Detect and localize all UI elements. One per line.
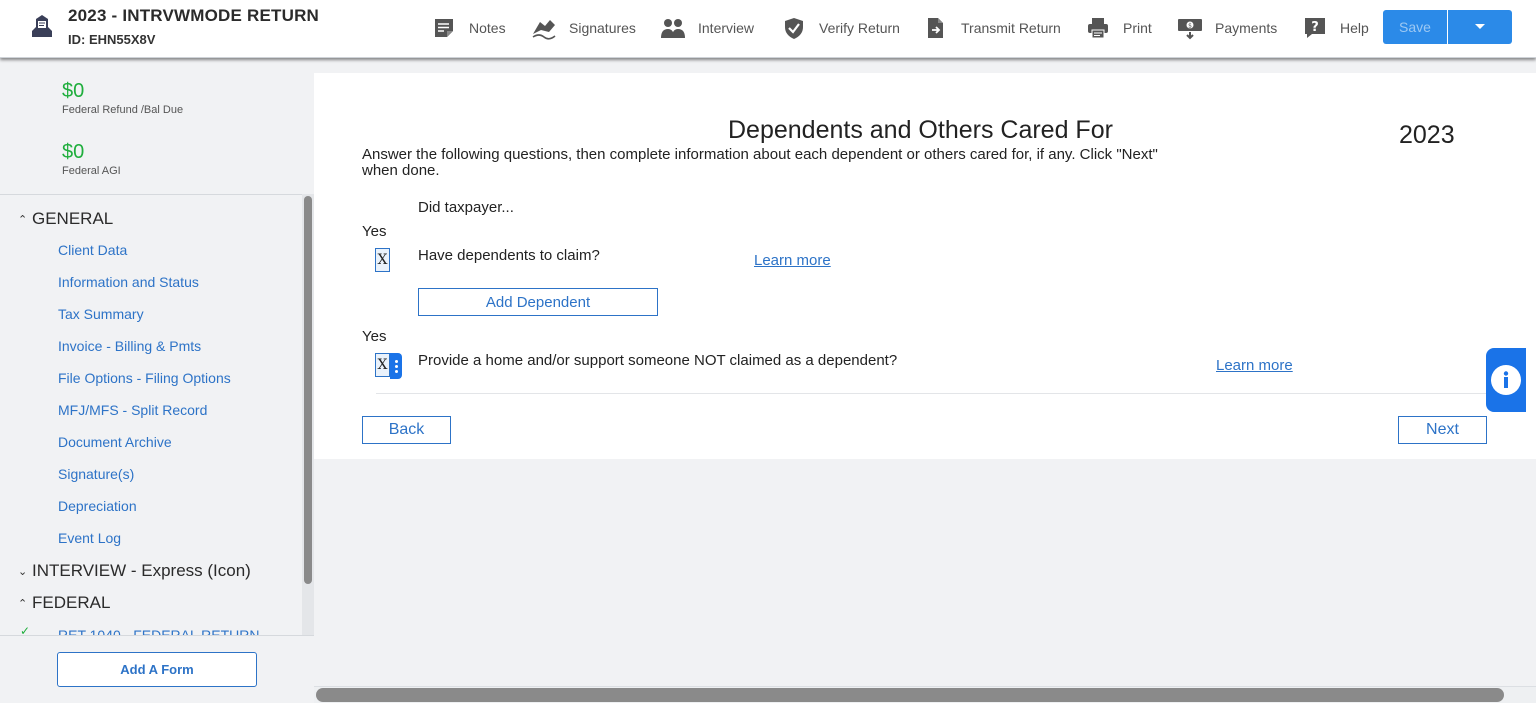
top-toolbar: 2023 - INTRVWMODE RETURN ID: EHN55X8V No… xyxy=(0,0,1536,58)
section-federal[interactable]: ⌃ FEDERAL xyxy=(18,593,110,613)
sidebar-item-invoice[interactable]: Invoice - Billing & Pmts xyxy=(58,338,201,354)
sidebar-item-tax-summary[interactable]: Tax Summary xyxy=(58,306,144,322)
notes-label: Notes xyxy=(469,20,506,36)
chevron-down-icon: ⌄ xyxy=(18,565,28,578)
section-general[interactable]: ⌃ GENERAL xyxy=(18,209,113,229)
signature-icon xyxy=(531,15,557,41)
next-button[interactable]: Next xyxy=(1398,416,1487,444)
section-general-label: GENERAL xyxy=(32,209,114,228)
print-button[interactable]: Print xyxy=(1085,0,1152,56)
interview-button[interactable]: Interview xyxy=(660,0,754,56)
sidebar-divider xyxy=(0,194,314,195)
return-id: ID: EHN55X8V xyxy=(68,32,156,47)
info-icon xyxy=(1491,365,1521,395)
sidebar-item-event-log[interactable]: Event Log xyxy=(58,530,121,546)
payments-button[interactable]: $ Payments xyxy=(1177,0,1277,56)
notes-button[interactable]: Notes xyxy=(431,0,506,56)
print-label: Print xyxy=(1123,20,1152,36)
help-label: Help xyxy=(1340,20,1369,36)
sidebar-item-signatures[interactable]: Signature(s) xyxy=(58,466,134,482)
save-button[interactable]: Save xyxy=(1383,10,1447,44)
sidebar-item-depreciation[interactable]: Depreciation xyxy=(58,498,137,514)
have-dependents-question: Have dependents to claim? xyxy=(418,247,600,264)
return-logo-icon xyxy=(28,13,54,39)
notes-icon xyxy=(431,15,457,41)
interview-label: Interview xyxy=(698,20,755,36)
sidebar-item-federal-return[interactable]: RET 1040 - FEDERAL RETURN xyxy=(58,626,260,635)
info-panel-toggle[interactable] xyxy=(1486,348,1526,412)
printer-icon xyxy=(1085,15,1111,41)
yes-column-label: Yes xyxy=(362,223,387,240)
sidebar-item-information-and-status[interactable]: Information and Status xyxy=(58,274,199,290)
transmit-return-button[interactable]: Transmit Return xyxy=(923,0,1061,56)
help-icon: ? xyxy=(1302,15,1328,41)
support-others-checkbox[interactable]: X xyxy=(375,353,390,377)
save-options-dropdown[interactable] xyxy=(1448,10,1512,44)
main-form-panel: Dependents and Others Cared For 2023 Ans… xyxy=(314,73,1536,459)
sidebar-item-document-archive[interactable]: Document Archive xyxy=(58,434,172,450)
have-dependents-checkbox[interactable]: X xyxy=(375,248,390,272)
signatures-button[interactable]: Signatures xyxy=(531,0,636,56)
caret-down-icon xyxy=(1475,24,1485,29)
instructions-text: Answer the following questions, then com… xyxy=(362,146,1158,179)
sidebar-item-file-options[interactable]: File Options - Filing Options xyxy=(58,370,231,386)
section-interview[interactable]: ⌄ INTERVIEW - Express (Icon) xyxy=(18,561,251,581)
verify-return-label: Verify Return xyxy=(819,20,900,36)
field-menu-icon[interactable] xyxy=(390,353,402,379)
chevron-up-icon: ⌃ xyxy=(18,597,28,610)
svg-text:?: ? xyxy=(1311,20,1319,35)
learn-more-link-dependents[interactable]: Learn more xyxy=(754,252,831,269)
did-taxpayer-label: Did taxpayer... xyxy=(418,199,514,216)
return-title: 2023 - INTRVWMODE RETURN xyxy=(68,6,320,25)
section-interview-label: INTERVIEW - Express (Icon) xyxy=(32,561,251,580)
transmit-return-label: Transmit Return xyxy=(961,20,1061,36)
sidebar: $0 Federal Refund /Bal Due $0 Federal AG… xyxy=(0,58,314,703)
federal-agi-label: Federal AGI xyxy=(62,165,121,177)
interview-icon xyxy=(660,15,686,41)
page-title: Dependents and Others Cared For xyxy=(728,116,1113,144)
sidebar-item-split-record[interactable]: MFJ/MFS - Split Record xyxy=(58,402,207,418)
learn-more-link-support[interactable]: Learn more xyxy=(1216,357,1293,374)
section-federal-label: FEDERAL xyxy=(32,593,111,612)
shield-check-icon xyxy=(781,15,807,41)
support-others-question: Provide a home and/or support someone NO… xyxy=(418,352,898,369)
federal-refund-label: Federal Refund /Bal Due xyxy=(62,104,184,116)
back-button[interactable]: Back xyxy=(362,416,451,444)
add-a-form-button[interactable]: Add A Form xyxy=(57,652,257,687)
signatures-label: Signatures xyxy=(569,20,636,36)
sidebar-item-client-data[interactable]: Client Data xyxy=(58,242,127,258)
verify-return-button[interactable]: Verify Return xyxy=(781,0,900,56)
questions-divider xyxy=(376,393,1486,394)
help-button[interactable]: ? Help xyxy=(1302,0,1369,56)
yes-column-label: Yes xyxy=(362,328,387,345)
federal-agi-value: $0 xyxy=(62,141,85,163)
chevron-up-icon: ⌃ xyxy=(18,213,28,226)
horizontal-scrollbar-thumb[interactable] xyxy=(316,688,1504,702)
payments-icon: $ xyxy=(1177,15,1203,41)
federal-refund-value: $0 xyxy=(62,80,85,102)
svg-text:$: $ xyxy=(1188,23,1192,30)
add-dependent-button[interactable]: Add Dependent xyxy=(418,288,658,316)
payments-label: Payments xyxy=(1215,20,1278,36)
transmit-icon xyxy=(923,15,949,41)
sidebar-scrollbar-thumb[interactable] xyxy=(304,196,312,584)
check-icon: ✓ xyxy=(20,624,31,635)
tax-year: 2023 xyxy=(1399,121,1455,149)
sidebar-bottom-divider xyxy=(0,635,314,636)
